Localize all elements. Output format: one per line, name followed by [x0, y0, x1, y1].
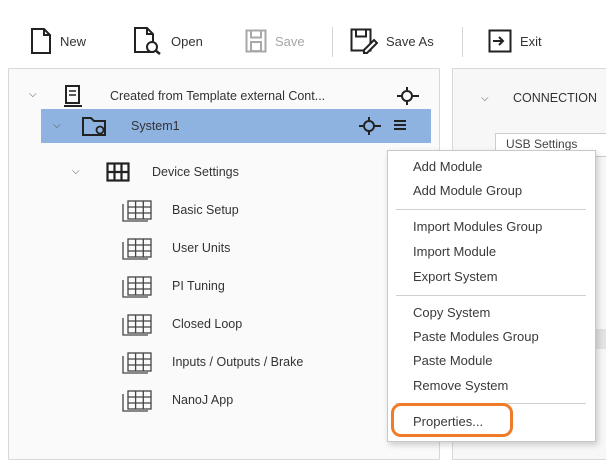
open-label: Open	[171, 33, 203, 49]
new-document-icon	[31, 28, 51, 54]
menu-item-paste-module[interactable]: Paste Module	[413, 353, 493, 368]
tree-item-inputs-outputs-brake[interactable]: Inputs / Outputs / Brake	[9, 345, 389, 379]
menu-item-copy-system[interactable]: Copy System	[413, 305, 490, 320]
tree-item-basic-setup[interactable]: Basic Setup	[9, 193, 389, 227]
menu-item-remove-system[interactable]: Remove System	[413, 378, 508, 393]
grid-icon	[122, 314, 152, 336]
menu-item-import-modules-group[interactable]: Import Modules Group	[413, 219, 542, 234]
highlight-annotation	[391, 403, 513, 437]
usb-settings-label: USB Settings	[506, 137, 578, 151]
tree-item-pi-tuning[interactable]: PI Tuning	[9, 269, 389, 303]
grid-icon	[122, 238, 152, 260]
new-button[interactable]: New	[30, 22, 86, 60]
new-label: New	[60, 33, 87, 49]
grid-icon	[106, 162, 130, 182]
open-document-icon	[134, 27, 161, 55]
chevron-down-icon[interactable]: ⌵	[29, 89, 37, 100]
tree-system-label: System1	[131, 119, 180, 133]
tree-device-settings-label: Device Settings	[152, 165, 239, 179]
tree-item-label: Basic Setup	[172, 203, 239, 217]
save-button[interactable]: Save	[245, 22, 305, 60]
menu-separator	[396, 209, 586, 210]
save-icon	[245, 29, 267, 53]
tree-item-label: NanoJ App	[172, 393, 234, 407]
grid-icon	[122, 352, 152, 374]
system-folder-icon	[82, 117, 106, 136]
chevron-down-icon[interactable]: ⌵	[53, 120, 61, 131]
exit-button[interactable]: Exit	[488, 22, 542, 60]
tree-item-label: Closed Loop	[172, 317, 243, 331]
chevron-down-icon[interactable]: ⌵	[72, 166, 80, 177]
tree-item-label: Inputs / Outputs / Brake	[172, 355, 304, 369]
open-button[interactable]: Open	[133, 22, 203, 60]
project-tree-panel: ⌵ Created from Template external Cont...…	[8, 68, 440, 460]
tree-system-row[interactable]: ⌵ System1	[41, 109, 431, 143]
toolbar-separator	[462, 27, 463, 57]
tree-item-nanoj-app[interactable]: NanoJ App	[9, 383, 389, 417]
menu-item-paste-modules-group[interactable]: Paste Modules Group	[413, 329, 539, 344]
menu-item-import-module[interactable]: Import Module	[413, 244, 496, 259]
menu-separator	[396, 295, 586, 296]
menu-item-add-module-group[interactable]: Add Module Group	[413, 183, 522, 198]
context-menu: Add Module Add Module Group Import Modul…	[387, 150, 596, 442]
tree-item-label: User Units	[172, 241, 231, 255]
tree-item-label: PI Tuning	[172, 279, 225, 293]
connection-plug-icon[interactable]	[396, 85, 420, 107]
chevron-down-icon[interactable]: ⌵	[481, 93, 489, 104]
save-as-label: Save As	[386, 33, 434, 49]
connection-plug-icon[interactable]	[358, 115, 382, 137]
exit-icon	[488, 29, 512, 53]
toolbar-separator	[332, 27, 333, 57]
toolbar: New Open Save Save As Exit	[0, 0, 606, 72]
menu-item-add-module[interactable]: Add Module	[413, 159, 482, 174]
save-label: Save	[275, 33, 305, 49]
tree-root-row[interactable]: ⌵ Created from Template external Cont...	[9, 79, 439, 113]
menu-item-export-system[interactable]: Export System	[413, 269, 498, 284]
project-document-icon	[64, 85, 82, 107]
tree-item-closed-loop[interactable]: Closed Loop	[9, 307, 389, 341]
grid-icon	[122, 200, 152, 222]
save-as-icon	[350, 28, 378, 54]
tree-root-label: Created from Template external Cont...	[110, 89, 326, 103]
grid-icon	[122, 276, 152, 298]
tree-device-settings-row[interactable]: ⌵ Device Settings	[9, 155, 389, 189]
tree-item-user-units[interactable]: User Units	[9, 231, 389, 265]
save-as-button[interactable]: Save As	[350, 22, 434, 60]
connection-header: CONNECTION	[513, 91, 598, 105]
grid-icon	[122, 390, 152, 412]
menu-icon[interactable]	[393, 119, 407, 131]
exit-label: Exit	[520, 33, 542, 49]
